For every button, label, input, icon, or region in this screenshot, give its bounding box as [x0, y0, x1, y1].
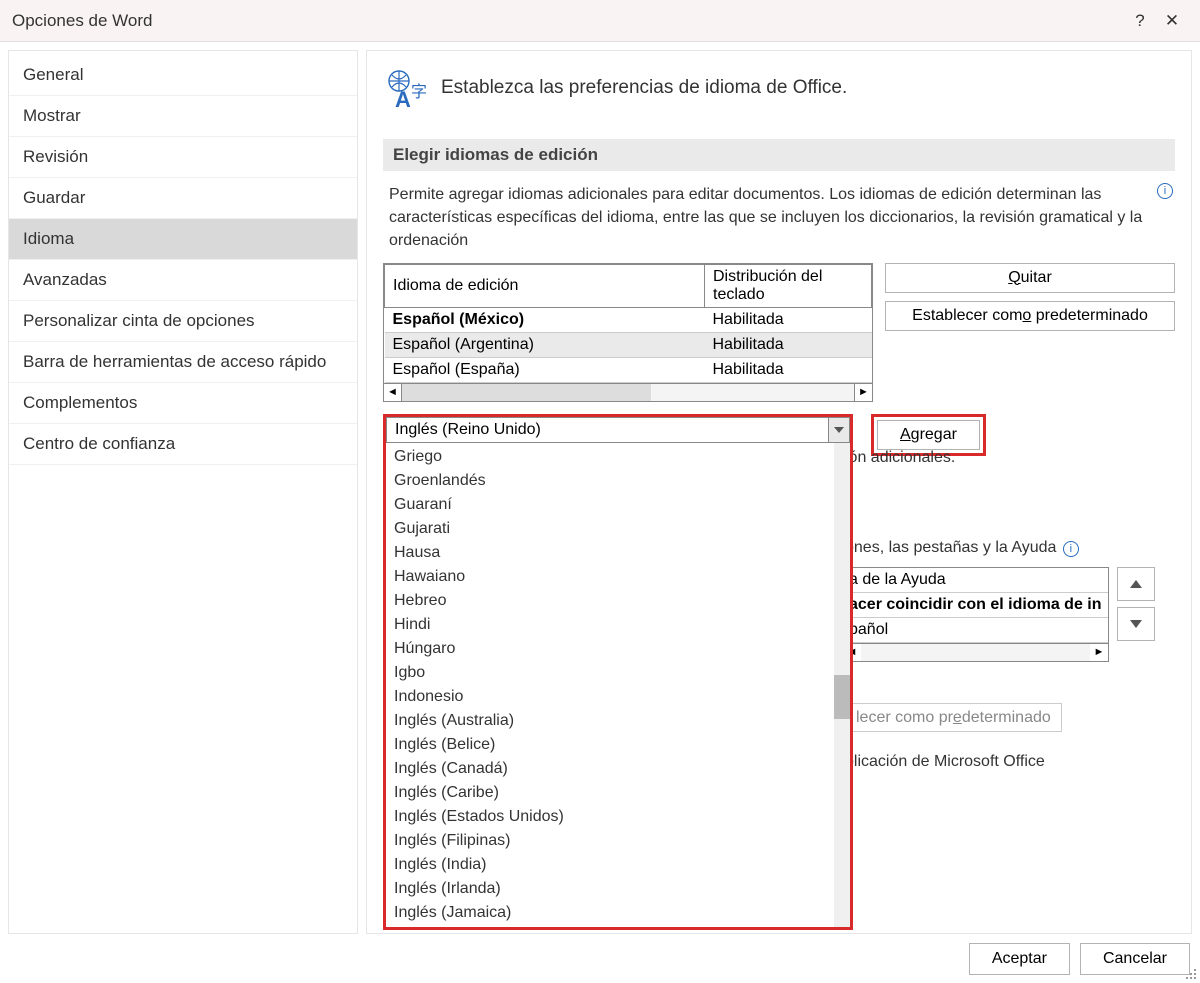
list-item[interactable]: pañol — [843, 618, 1108, 643]
display-language-list[interactable]: a de la Ayudaacer coincidir con el idiom… — [842, 567, 1109, 662]
cancel-button[interactable]: Cancelar — [1080, 943, 1190, 975]
list-item[interactable]: Inglés (Australia) — [386, 709, 834, 733]
scroll-right-icon[interactable]: ► — [854, 384, 872, 401]
move-up-button[interactable] — [1117, 567, 1155, 601]
help-icon[interactable]: ? — [1124, 11, 1156, 31]
section-editing-desc: Permite agregar idiomas adicionales para… — [389, 183, 1169, 253]
add-language-list[interactable]: GriegoGroenlandésGuaraníGujaratiHausaHaw… — [383, 443, 853, 930]
list-item[interactable]: Hausa — [386, 541, 834, 565]
add-language-dropdown[interactable]: Inglés (Reino Unido) GriegoGroenlandésGu… — [383, 414, 853, 446]
table-row[interactable]: Español (España)Habilitada — [385, 357, 872, 382]
list-vscrollbar[interactable] — [834, 443, 850, 927]
sidebar-item-centro-de-confianza[interactable]: Centro de confianza — [9, 424, 357, 465]
list-item[interactable]: Igbo — [386, 661, 834, 685]
list-item[interactable]: Guaraní — [386, 493, 834, 517]
info-icon[interactable]: i — [1157, 183, 1173, 199]
svg-text:A: A — [395, 87, 411, 111]
svg-text:字: 字 — [411, 83, 427, 101]
list-item[interactable]: Inglés (Belice) — [386, 733, 834, 757]
close-icon[interactable]: ✕ — [1156, 11, 1188, 31]
move-down-button[interactable] — [1117, 607, 1155, 641]
language-globe-icon: A 字 — [383, 67, 427, 111]
list-item[interactable]: Inglés (Jamaica) — [386, 901, 834, 925]
sidebar-item-revisión[interactable]: Revisión — [9, 137, 357, 178]
list-item[interactable]: Indonesio — [386, 685, 834, 709]
table-row[interactable]: Español (Argentina)Habilitada — [385, 332, 872, 357]
list-item[interactable]: Groenlandés — [386, 469, 834, 493]
sidebar-item-idioma[interactable]: Idioma — [9, 219, 357, 260]
sidebar-item-mostrar[interactable]: Mostrar — [9, 96, 357, 137]
list-item[interactable]: Inglés (Irlanda) — [386, 877, 834, 901]
list-item[interactable]: Húngaro — [386, 637, 834, 661]
set-default-display-button[interactable]: lecer como predeterminado — [845, 709, 1062, 727]
window-title: Opciones de Word — [12, 11, 1124, 31]
fragment-additional: ión adicionales. — [845, 449, 955, 467]
sidebar-item-general[interactable]: General — [9, 55, 357, 96]
sidebar-item-barra-de-herramientas-de-acceso-rápido[interactable]: Barra de herramientas de acceso rápido — [9, 342, 357, 383]
sidebar-item-personalizar-cinta-de-opciones[interactable]: Personalizar cinta de opciones — [9, 301, 357, 342]
table-hscrollbar[interactable]: ◄ ► — [384, 383, 872, 401]
list-item[interactable]: Inglés (Estados Unidos) — [386, 805, 834, 829]
list-item[interactable]: acer coincidir con el idioma de in — [843, 593, 1108, 618]
resize-grip-icon[interactable] — [1184, 967, 1198, 981]
title-bar: Opciones de Word ? ✕ — [0, 0, 1200, 42]
ok-button[interactable]: Aceptar — [969, 943, 1070, 975]
page-heading: Establezca las preferencias de idioma de… — [441, 67, 847, 99]
scroll-right-icon[interactable]: ► — [1090, 644, 1108, 661]
list-item[interactable]: Hindi — [386, 613, 834, 637]
fragment-office-app: plicación de Microsoft Office — [845, 753, 1045, 771]
col-editing-language: Idioma de edición — [385, 264, 705, 307]
info-icon[interactable]: i — [1063, 541, 1079, 557]
set-default-button[interactable]: Establecer como predeterminado — [885, 301, 1175, 331]
add-language-value[interactable]: Inglés (Reino Unido) — [386, 417, 828, 443]
table-row[interactable]: Español (México) Habilitada — [385, 307, 872, 332]
content-pane: A 字 Establezca las preferencias de idiom… — [366, 50, 1192, 934]
display-list-hscrollbar[interactable]: ◄ ► — [843, 643, 1108, 661]
list-item[interactable]: Inglés (Canadá) — [386, 757, 834, 781]
sidebar-item-avanzadas[interactable]: Avanzadas — [9, 260, 357, 301]
list-item[interactable]: Inglés (Caribe) — [386, 781, 834, 805]
editing-languages-table[interactable]: Idioma de edición Distribución del tecla… — [383, 263, 873, 402]
sidebar-item-guardar[interactable]: Guardar — [9, 178, 357, 219]
remove-button[interactable]: Quitar — [885, 263, 1175, 293]
fragment-tabs-help: ones, las pestañas y la Ayuda i — [845, 539, 1079, 557]
list-item[interactable]: Gujarati — [386, 517, 834, 541]
category-sidebar: GeneralMostrarRevisiónGuardarIdiomaAvanz… — [8, 50, 358, 934]
scroll-left-icon[interactable]: ◄ — [384, 384, 402, 401]
list-item[interactable]: Griego — [386, 445, 834, 469]
col-keyboard-layout: Distribución del teclado — [705, 264, 872, 307]
sidebar-item-complementos[interactable]: Complementos — [9, 383, 357, 424]
vscroll-thumb[interactable] — [834, 675, 850, 719]
hscroll-thumb[interactable] — [402, 384, 651, 401]
section-editing-languages-header: Elegir idiomas de edición — [383, 139, 1175, 171]
list-item[interactable]: Hebreo — [386, 589, 834, 613]
dialog-footer: Aceptar Cancelar — [969, 943, 1190, 975]
list-item[interactable]: Inglés (Filipinas) — [386, 829, 834, 853]
list-item[interactable]: Inglés (India) — [386, 853, 834, 877]
list-item[interactable]: Hawaiano — [386, 565, 834, 589]
list-item[interactable]: a de la Ayuda — [843, 568, 1108, 593]
section-editing-desc-text: Permite agregar idiomas adicionales para… — [389, 186, 1142, 249]
dropdown-toggle-icon[interactable] — [828, 417, 850, 443]
